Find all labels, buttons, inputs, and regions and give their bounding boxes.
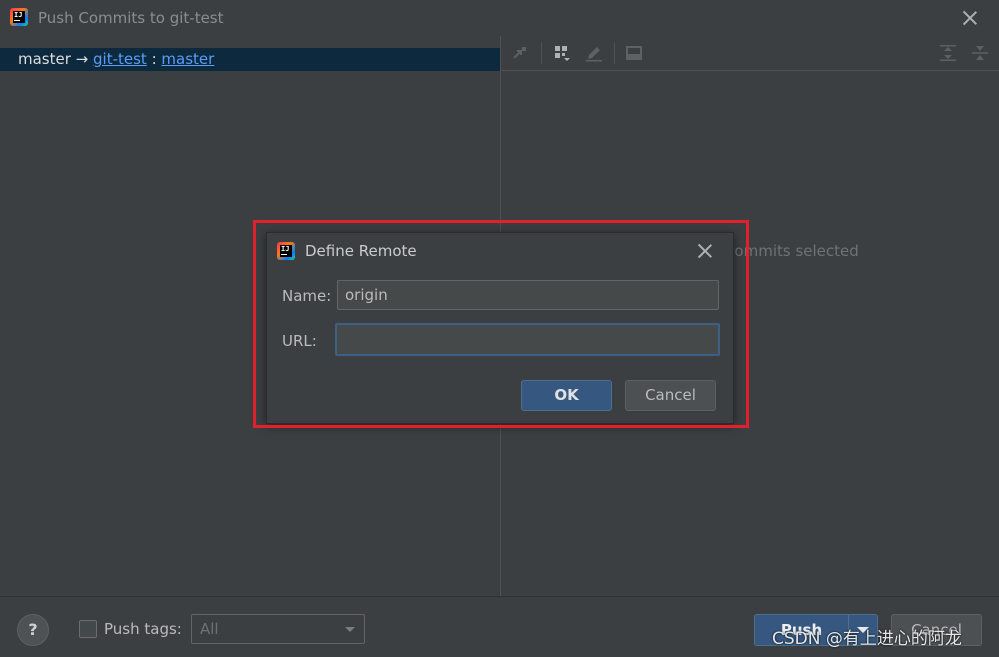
- chevron-down-icon: [345, 627, 355, 632]
- footer-divider: [0, 596, 999, 597]
- cherry-pick-icon[interactable]: [511, 44, 529, 62]
- annotation-highlight-box: [253, 220, 749, 428]
- window-close-icon[interactable]: [962, 10, 978, 26]
- watermark: CSDN @有上进心的阿龙: [772, 629, 962, 649]
- group-by-icon[interactable]: [553, 44, 571, 62]
- local-branch: master: [18, 50, 71, 68]
- tags-select-value: All: [200, 620, 219, 638]
- tags-select[interactable]: All: [191, 614, 365, 644]
- branch-separator: :: [146, 50, 162, 68]
- intellij-logo-icon: IJ: [10, 8, 28, 26]
- toolbar-separator: [614, 42, 615, 64]
- push-tags-checkbox[interactable]: [79, 620, 97, 638]
- remote-link[interactable]: git-test: [93, 50, 147, 68]
- details-toolbar: [501, 36, 999, 71]
- branch-row[interactable]: master → git-test : master: [0, 48, 500, 71]
- collapse-all-icon[interactable]: [971, 44, 989, 62]
- help-button[interactable]: ?: [17, 614, 49, 646]
- title-bar: IJ Push Commits to git-test: [0, 0, 999, 36]
- expand-all-icon[interactable]: [939, 44, 957, 62]
- edit-icon[interactable]: [585, 44, 603, 62]
- push-arrow: →: [70, 50, 94, 68]
- toolbar-separator: [541, 42, 542, 64]
- push-tags-label: Push tags:: [104, 620, 182, 638]
- preview-icon[interactable]: [625, 44, 643, 62]
- window-title: Push Commits to git-test: [38, 9, 224, 27]
- remote-branch-link[interactable]: master: [161, 50, 214, 68]
